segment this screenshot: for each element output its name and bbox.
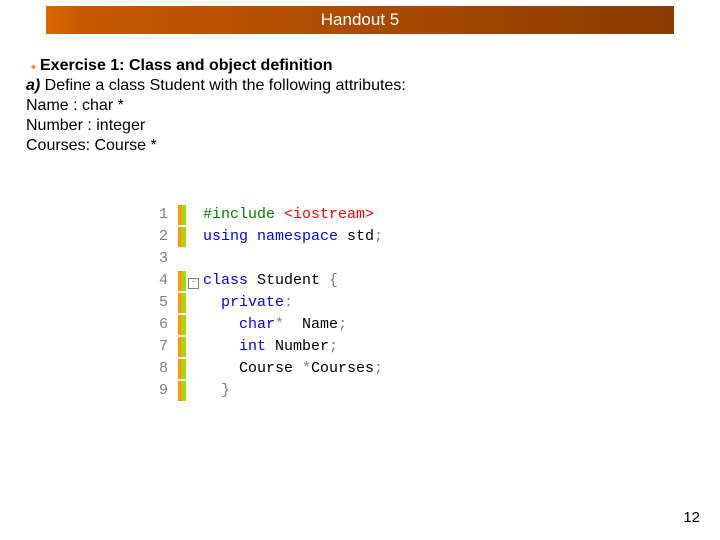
exercise-heading: Exercise 1: Class and object definition bbox=[40, 57, 333, 74]
change-marker bbox=[178, 358, 188, 380]
code-text: private: bbox=[188, 292, 293, 314]
page-number: 12 bbox=[683, 509, 700, 526]
code-line: 7 int Number; bbox=[140, 336, 383, 358]
code-text: char* Name; bbox=[188, 314, 347, 336]
part-label: a) bbox=[26, 77, 40, 94]
slide: Handout 5 🔸Exercise 1: Class and object … bbox=[0, 0, 720, 540]
line-number: 4 bbox=[140, 270, 178, 292]
line-number: 8 bbox=[140, 358, 178, 380]
attr-line: Courses: Course * bbox=[26, 137, 157, 154]
change-marker bbox=[178, 270, 188, 292]
change-marker bbox=[178, 226, 188, 248]
change-marker bbox=[178, 336, 188, 358]
line-number: 3 bbox=[140, 248, 178, 270]
code-line: 3 bbox=[140, 248, 383, 270]
line-number: 7 bbox=[140, 336, 178, 358]
part-text: Define a class Student with the followin… bbox=[40, 77, 406, 94]
line-number: 6 bbox=[140, 314, 178, 336]
fold-toggle-icon[interactable]: - bbox=[188, 278, 199, 289]
code-line: 8 Course *Courses; bbox=[140, 358, 383, 380]
code-text: Course *Courses; bbox=[188, 358, 383, 380]
attr-line: Name : char * bbox=[26, 97, 124, 114]
code-line: 4 -class Student { bbox=[140, 270, 383, 292]
body-text: 🔸Exercise 1: Class and object definition… bbox=[26, 56, 686, 156]
code-line: 9 } bbox=[140, 380, 383, 402]
code-text: using namespace std; bbox=[188, 226, 383, 248]
line-number: 2 bbox=[140, 226, 178, 248]
code-text: } bbox=[188, 380, 230, 402]
line-number: 1 bbox=[140, 204, 178, 226]
change-marker bbox=[178, 314, 188, 336]
code-text: int Number; bbox=[188, 336, 338, 358]
change-marker bbox=[178, 380, 188, 402]
code-text: -class Student { bbox=[188, 270, 338, 292]
line-number: 5 bbox=[140, 292, 178, 314]
title-bar: Handout 5 bbox=[46, 6, 674, 34]
attr-line: Number : integer bbox=[26, 117, 145, 134]
code-block: 1 #include <iostream> 2 using namespace std… bbox=[140, 204, 383, 402]
line-number: 9 bbox=[140, 380, 178, 402]
code-line: 2 using namespace std; bbox=[140, 226, 383, 248]
bullet-icon: 🔸 bbox=[26, 60, 40, 75]
code-line: 5 private: bbox=[140, 292, 383, 314]
change-marker bbox=[178, 248, 188, 270]
change-marker bbox=[178, 204, 188, 226]
code-line: 1 #include <iostream> bbox=[140, 204, 383, 226]
code-text: #include <iostream> bbox=[188, 204, 374, 226]
change-marker bbox=[178, 292, 188, 314]
code-line: 6 char* Name; bbox=[140, 314, 383, 336]
code-text bbox=[188, 248, 203, 270]
slide-title: Handout 5 bbox=[321, 10, 399, 29]
